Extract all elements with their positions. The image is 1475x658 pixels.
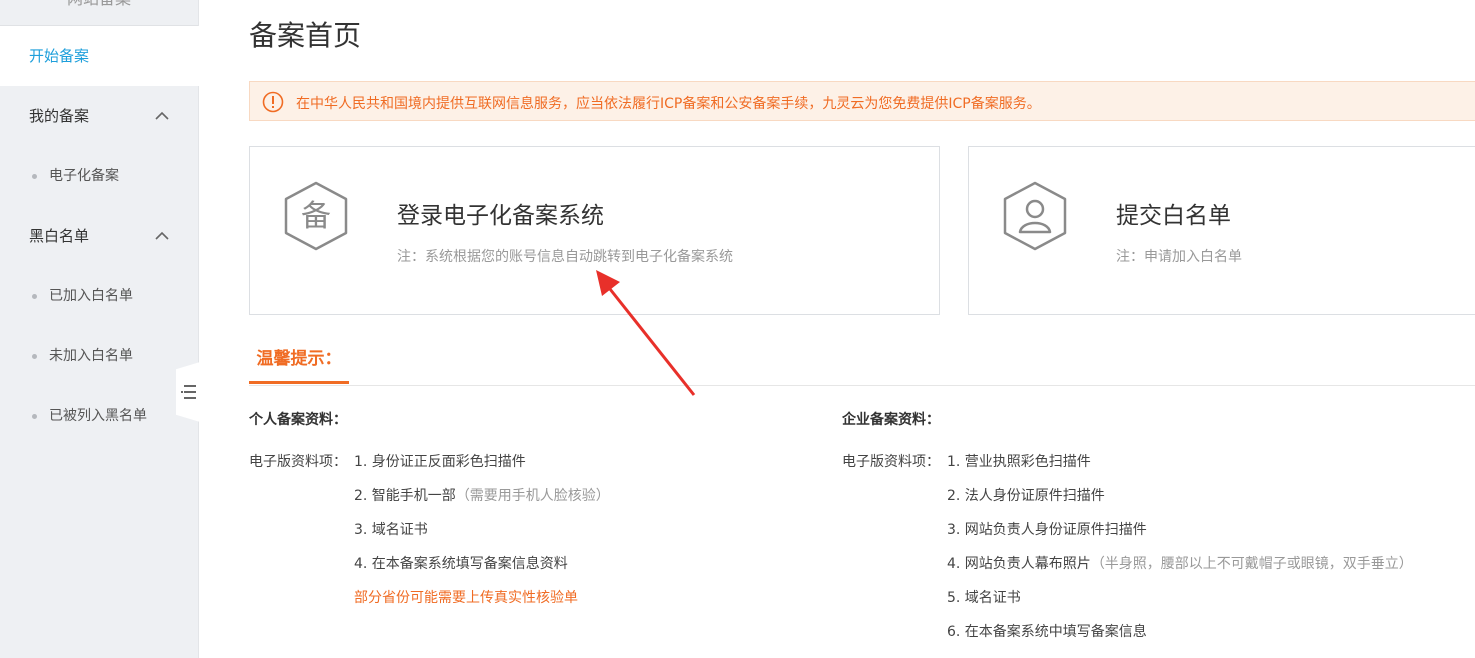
bullet-dot-icon (32, 294, 37, 299)
sidebar-collapse-button[interactable] (176, 362, 200, 422)
list-item-text: 1. 营业执照彩色扫描件 (947, 454, 1091, 470)
bullet-dot-icon (32, 174, 37, 179)
sidebar-item-label: 电子化备案 (49, 168, 119, 184)
list-item: 1. 身份证正反面彩色扫描件 (354, 451, 526, 471)
sidebar-item-label: 已被列入黑名单 (49, 408, 147, 424)
personal-section-title: 个人备案资料： (249, 412, 347, 428)
list-item: 4. 在本备案系统填写备案信息资料 (354, 553, 568, 573)
sidebar-group-label: 我的备案 (29, 107, 90, 125)
tab-bar: 温馨提示： (249, 340, 1475, 386)
user-hexagon-icon (1003, 181, 1067, 251)
card-note: 注：申请加入白名单 (1116, 249, 1242, 265)
sidebar-item-whitelisted[interactable]: 已加入白名单 (0, 276, 198, 316)
list-item-text: 2. 智能手机一部 (354, 488, 456, 504)
sidebar-group-my-filings[interactable]: 我的备案 (0, 86, 198, 146)
list-item: 3. 域名证书 (354, 519, 428, 539)
enterprise-section-title: 企业备案资料： (842, 412, 940, 428)
list-item-text: 1. 身份证正反面彩色扫描件 (354, 454, 526, 470)
list-item-hint: （需要用手机人脸核验） (455, 488, 610, 504)
bullet-dot-icon (32, 354, 37, 359)
page-title: 备案首页 (249, 19, 362, 52)
province-warning-text: 部分省份可能需要上传真实性核验单 (354, 590, 578, 606)
list-item: 2. 法人身份证原件扫描件 (947, 485, 1105, 505)
enterprise-row-label: 电子版资料项： (842, 454, 940, 470)
sidebar-group-label: 黑白名单 (29, 227, 90, 245)
list-item-text: 3. 网站负责人身份证原件扫描件 (947, 522, 1147, 538)
list-item: 3. 网站负责人身份证原件扫描件 (947, 519, 1147, 539)
list-item: 1. 营业执照彩色扫描件 (947, 451, 1091, 471)
sidebar-item-start-filing[interactable]: 开始备案 (0, 26, 199, 86)
sidebar-item-label: 未加入白名单 (49, 348, 133, 364)
sidebar-item-blacklisted[interactable]: 已被列入黑名单 (0, 396, 198, 436)
tab-tips[interactable]: 温馨提示： (249, 340, 349, 384)
chevron-up-icon (155, 111, 169, 120)
list-item-text: 3. 域名证书 (354, 522, 428, 538)
list-item-hint: （半身照，腰部以上不可戴帽子或眼镜，双手垂立） (1090, 556, 1413, 572)
sidebar-heading-label: 网站备案 (67, 0, 131, 8)
card-submit-whitelist[interactable]: 提交白名单 注：申请加入白名单 (968, 146, 1475, 315)
red-arrow-annotation (596, 270, 696, 396)
sidebar: 网站备案 开始备案 我的备案 电子化备案 黑白名单 已加入白名单 未加入白名单 … (0, 0, 199, 658)
list-item: 4. 网站负责人幕布照片（半身照，腰部以上不可戴帽子或眼镜，双手垂立） (947, 553, 1413, 573)
list-item-text: 6. 在本备案系统中填写备案信息 (947, 624, 1147, 640)
list-item: 5. 域名证书 (947, 587, 1021, 607)
notice-banner: 在中华人民共和国境内提供互联网信息服务，应当依法履行ICP备案和公安备案手续，九… (249, 81, 1475, 121)
bei-hexagon-icon: 备 (284, 181, 348, 251)
card-title: 提交白名单 (1116, 203, 1231, 229)
notice-text: 在中华人民共和国境内提供互联网信息服务，应当依法履行ICP备案和公安备案手续，九… (296, 96, 1041, 112)
sidebar-item-electronic-filing[interactable]: 电子化备案 (0, 156, 198, 196)
bullet-dot-icon (32, 414, 37, 419)
sidebar-item-label: 已加入白名单 (49, 288, 133, 304)
warning-circle-icon (262, 91, 284, 113)
list-item-text: 4. 网站负责人幕布照片 (947, 556, 1091, 572)
sidebar-item-not-whitelisted[interactable]: 未加入白名单 (0, 336, 198, 376)
list-item-text: 4. 在本备案系统填写备案信息资料 (354, 556, 568, 572)
list-item: 2. 智能手机一部（需要用手机人脸核验） (354, 485, 610, 505)
list-item: 6. 在本备案系统中填写备案信息 (947, 621, 1147, 641)
list-item-text: 2. 法人身份证原件扫描件 (947, 488, 1105, 504)
personal-row-label: 电子版资料项： (249, 454, 347, 470)
bei-icon-glyph: 备 (301, 199, 331, 234)
sidebar-heading: 网站备案 (0, 0, 198, 26)
card-title: 登录电子化备案系统 (397, 203, 604, 229)
sidebar-group-black-white-list[interactable]: 黑白名单 (0, 206, 198, 266)
menu-collapse-icon (181, 385, 196, 399)
chevron-up-icon (155, 231, 169, 240)
list-item-text: 5. 域名证书 (947, 590, 1021, 606)
card-note: 注：系统根据您的账号信息自动跳转到电子化备案系统 (397, 249, 733, 265)
